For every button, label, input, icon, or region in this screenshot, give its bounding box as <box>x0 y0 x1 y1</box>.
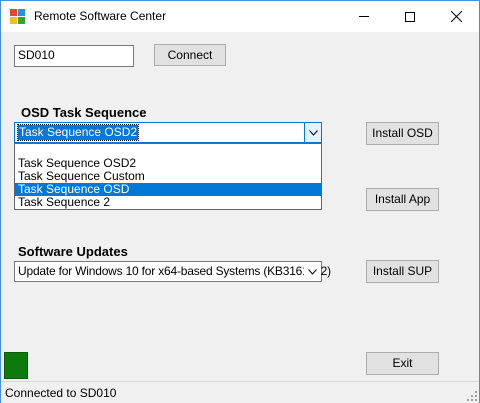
status-bar: Connected to SD010 <box>1 381 479 403</box>
install-sup-button[interactable]: Install SUP <box>366 260 439 283</box>
osd-dropdown-list: Task Sequence OSD2 Task Sequence Custom … <box>14 143 322 210</box>
chevron-down-icon <box>308 129 318 136</box>
osd-task-sequence-select[interactable]: Task Sequence OSD2 <box>14 122 322 143</box>
chevron-down-icon <box>308 268 317 275</box>
osd-selected-value: Task Sequence OSD2 <box>16 124 140 141</box>
install-osd-button[interactable]: Install OSD <box>366 122 439 145</box>
app-window: Remote Software Center SD010 Connect OSD… <box>0 0 480 403</box>
maximize-icon <box>405 11 415 22</box>
exit-label: Exit <box>392 356 413 370</box>
exit-button[interactable]: Exit <box>366 352 439 375</box>
resize-grip-icon[interactable] <box>467 391 477 401</box>
connection-status-indicator <box>4 352 28 379</box>
install-app-label: Install App <box>374 192 431 206</box>
install-app-button[interactable]: Install App <box>366 188 439 211</box>
software-updates-label: Software Updates <box>18 244 128 259</box>
connect-button[interactable]: Connect <box>154 44 226 66</box>
minimize-icon <box>359 16 369 17</box>
computer-name-input[interactable]: SD010 <box>14 45 134 67</box>
install-sup-label: Install SUP <box>372 264 433 278</box>
maximize-button[interactable] <box>387 1 433 32</box>
window-title: Remote Software Center <box>34 9 167 23</box>
osd-dropdown-toggle[interactable] <box>304 123 321 142</box>
install-osd-label: Install OSD <box>372 126 433 140</box>
osd-section-label: OSD Task Sequence <box>21 105 147 120</box>
minimize-button[interactable] <box>341 1 387 32</box>
app-icon <box>10 9 25 24</box>
sup-dropdown-toggle[interactable] <box>304 262 321 281</box>
status-text: Connected to SD010 <box>5 386 117 400</box>
computer-name-value: SD010 <box>18 48 55 62</box>
sup-selected-value: Update for Windows 10 for x64-based Syst… <box>18 264 331 278</box>
software-update-select[interactable]: Update for Windows 10 for x64-based Syst… <box>14 261 331 282</box>
close-icon <box>450 11 462 22</box>
close-button[interactable] <box>433 1 479 32</box>
dropdown-option[interactable]: Task Sequence 2 <box>15 196 321 209</box>
title-bar[interactable]: Remote Software Center <box>1 1 479 32</box>
connect-button-label: Connect <box>167 48 213 62</box>
